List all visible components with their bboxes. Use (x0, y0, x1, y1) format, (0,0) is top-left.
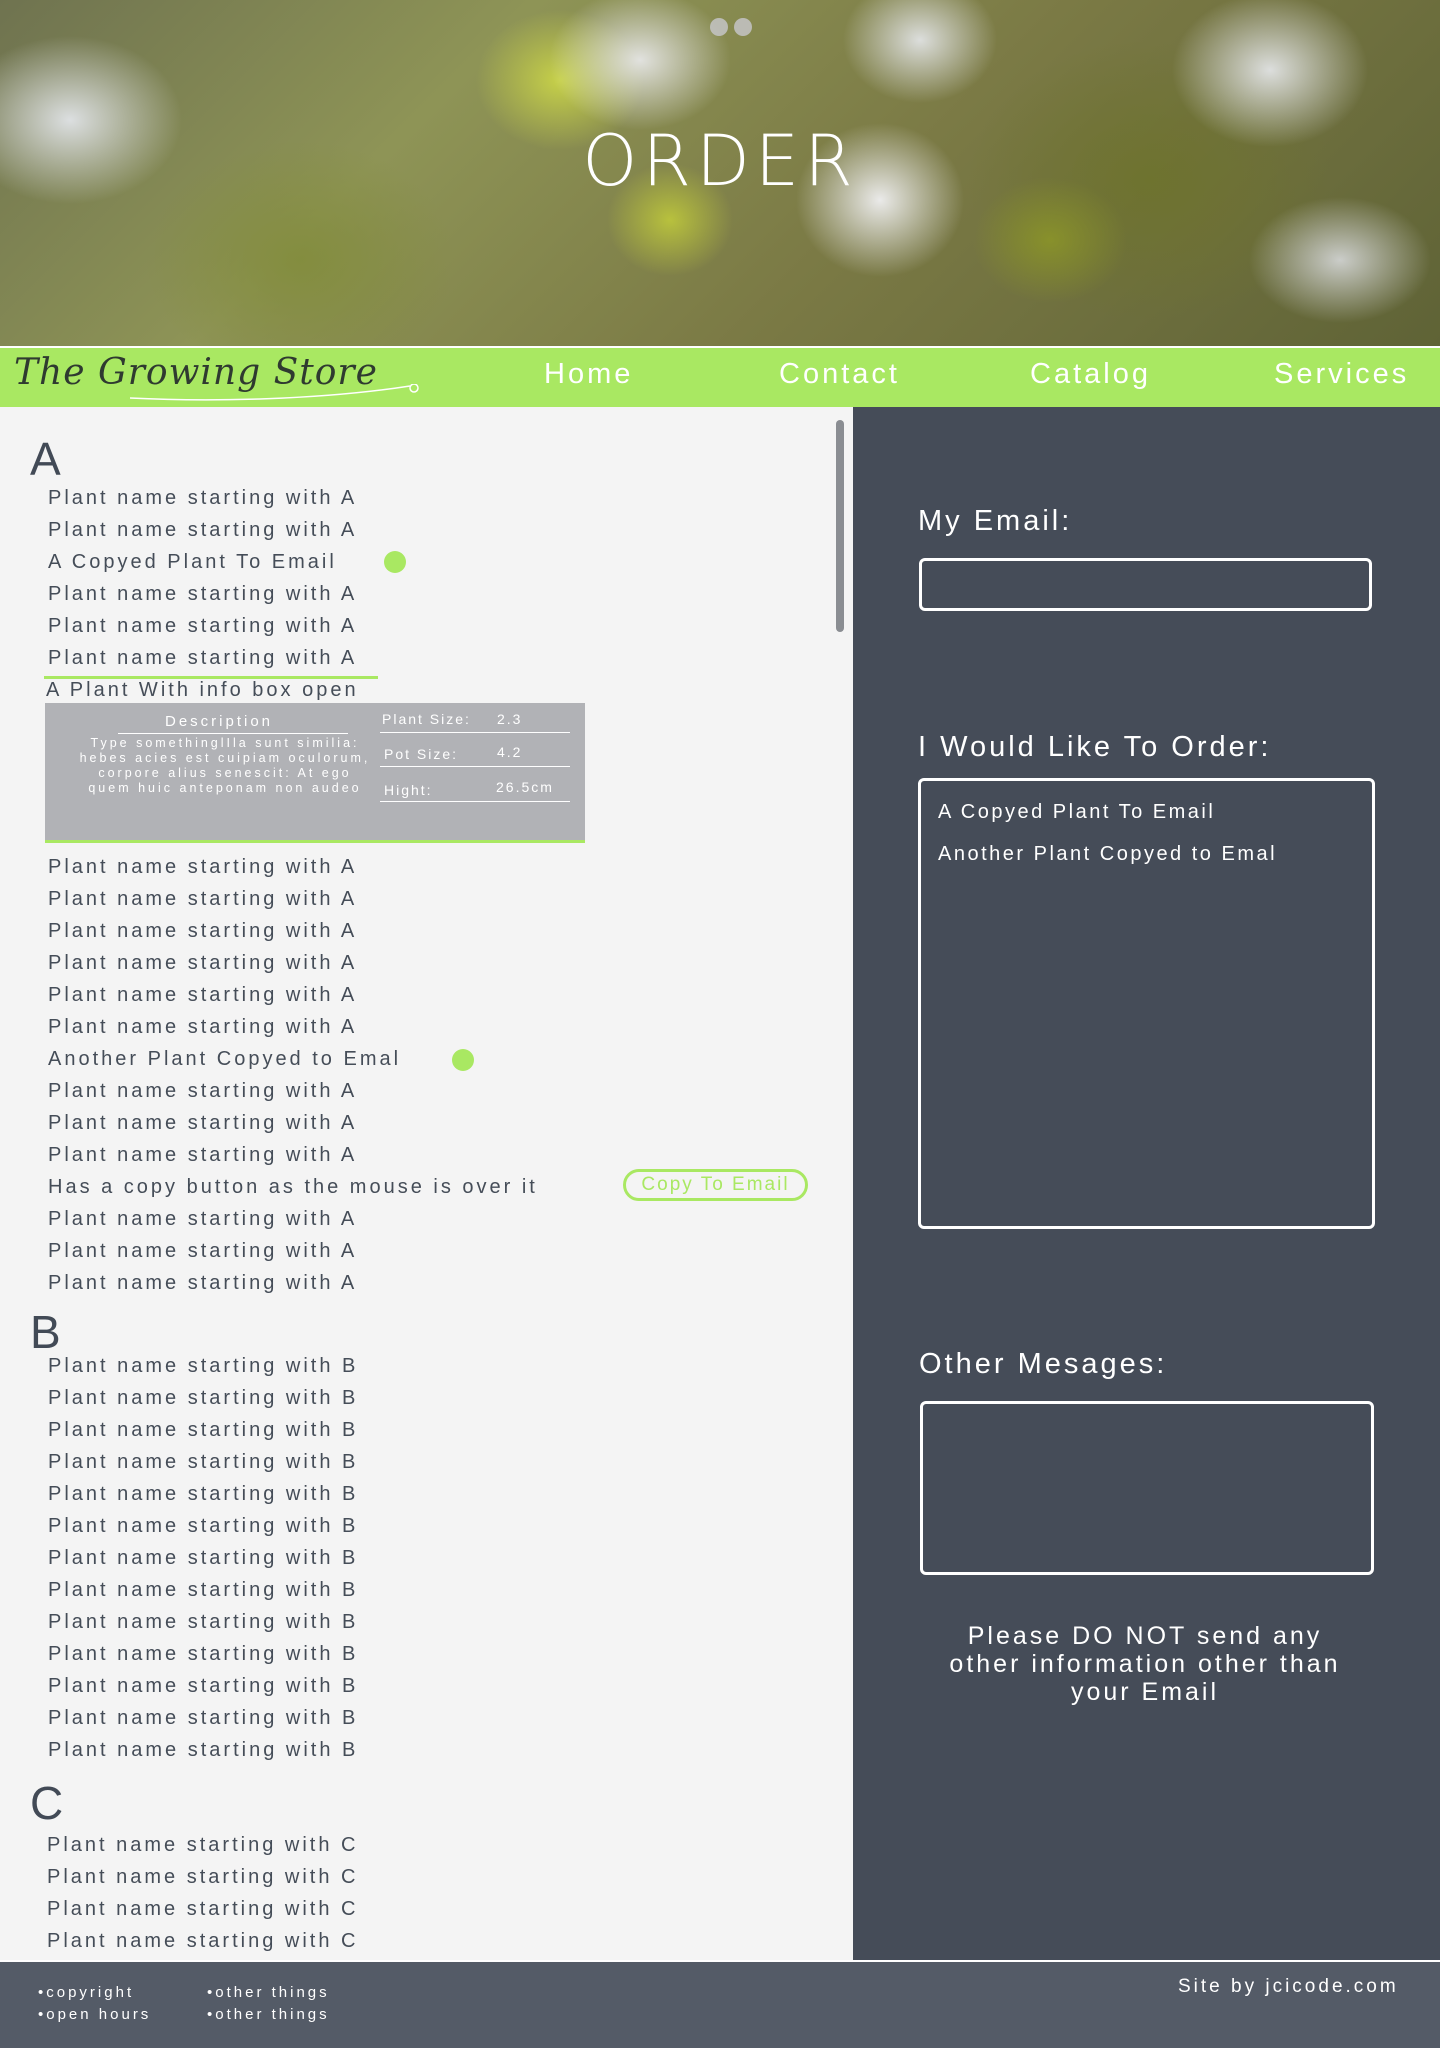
footer-link[interactable]: •copyright (38, 1984, 134, 2001)
plant-item[interactable]: Plant name starting with B (48, 1675, 358, 1698)
plant-item[interactable]: Plant name starting with A (48, 1112, 357, 1135)
order-label: I Would Like To Order: (918, 731, 1272, 763)
plant-item-copied[interactable]: Another Plant Copyed to Emal (48, 1048, 401, 1071)
plant-item[interactable]: Plant name starting with B (48, 1547, 358, 1570)
plant-item[interactable]: Plant name starting with A (48, 1208, 357, 1231)
plant-item[interactable]: Plant name starting with A (48, 519, 357, 542)
order-item: Another Plant Copyed to Emal (938, 843, 1278, 865)
height-label: Hight: (384, 782, 433, 798)
plant-item[interactable]: Plant name starting with A (48, 583, 357, 606)
copied-indicator-dot (384, 551, 406, 573)
section-letter-c: C (30, 1777, 64, 1829)
plant-item-copied[interactable]: A Copyed Plant To Email (48, 551, 337, 574)
plant-item[interactable]: Plant name starting with A (48, 1272, 357, 1295)
plant-item[interactable]: Plant name starting with C (47, 1898, 358, 1921)
pot-size-value: 4.2 (497, 744, 523, 760)
plant-size-label: Plant Size: (382, 711, 471, 727)
plant-item[interactable]: Plant name starting with A (48, 647, 357, 670)
description-title: Description (165, 713, 274, 730)
pot-size-label: Pot Size: (384, 746, 459, 762)
hero-banner: ORDER (0, 0, 1440, 346)
copy-to-email-button[interactable]: Copy To Email (623, 1169, 808, 1201)
slider-dots[interactable] (710, 18, 752, 36)
messages-textarea[interactable] (920, 1401, 1374, 1575)
plant-item[interactable]: Plant name starting with B (48, 1387, 358, 1410)
plant-item[interactable]: Plant name starting with B (48, 1579, 358, 1602)
divider (380, 766, 570, 767)
messages-label: Other Mesages: (919, 1348, 1168, 1380)
plant-item[interactable]: Plant name starting with A (48, 1240, 357, 1263)
plant-item[interactable]: Plant name starting with B (48, 1355, 358, 1378)
site-credit[interactable]: Site by jcicode.com (1178, 1976, 1399, 1998)
plant-item[interactable]: Plant name starting with A (48, 888, 357, 911)
footer-link[interactable]: •other things (207, 1984, 330, 2001)
plant-item[interactable]: Plant name starting with A (48, 920, 357, 943)
plant-item[interactable]: Plant name starting with B (48, 1739, 358, 1762)
plant-item[interactable]: Plant name starting with A (48, 1080, 357, 1103)
plant-item[interactable]: Plant name starting with A (48, 1144, 357, 1167)
plant-item[interactable]: Plant name starting with C (47, 1930, 358, 1953)
plant-size-value: 2.3 (497, 711, 523, 727)
plant-item[interactable]: Plant name starting with B (48, 1611, 358, 1634)
email-label: My Email: (918, 505, 1073, 537)
plant-item[interactable]: Plant name starting with B (48, 1451, 358, 1474)
footer: •copyright •open hours •other things •ot… (0, 1960, 1440, 2048)
nav-contact[interactable]: Contact (779, 358, 900, 391)
plant-item[interactable]: Plant name starting with B (48, 1643, 358, 1666)
divider (380, 732, 570, 733)
list-scrollbar[interactable] (836, 420, 844, 632)
plant-item-hovered[interactable]: Has a copy button as the mouse is over i… (48, 1176, 538, 1199)
slider-dot[interactable] (710, 18, 728, 36)
height-value: 26.5cm (496, 779, 554, 795)
copied-indicator-dot (452, 1049, 474, 1071)
plant-item[interactable]: Plant name starting with C (47, 1834, 358, 1857)
plant-item[interactable]: Plant name starting with A (48, 1016, 357, 1039)
order-item: A Copyed Plant To Email (938, 801, 1216, 823)
navbar: The Growing Store Home Contact Catalog S… (0, 346, 1440, 407)
email-warning: Please DO NOT send any other information… (949, 1622, 1341, 1706)
plant-item[interactable]: Plant name starting with B (48, 1707, 358, 1730)
slider-dot[interactable] (734, 18, 752, 36)
section-letter-b: B (30, 1306, 61, 1358)
plant-item[interactable]: Plant name starting with A (48, 856, 357, 879)
footer-link[interactable]: •open hours (38, 2006, 151, 2023)
divider (118, 733, 348, 734)
plant-item[interactable]: Plant name starting with C (47, 1866, 358, 1889)
plant-item[interactable]: Plant name starting with B (48, 1483, 358, 1506)
plant-item[interactable]: Plant name starting with A (48, 984, 357, 1007)
email-field[interactable] (919, 558, 1372, 611)
plant-item[interactable]: Plant name starting with B (48, 1419, 358, 1442)
page-title: ORDER (582, 120, 858, 202)
description-text: Type somethinglIla sunt similia: hebes a… (79, 736, 371, 795)
plant-item[interactable]: Plant name starting with A (48, 487, 357, 510)
footer-link[interactable]: •other things (207, 2006, 330, 2023)
divider (380, 801, 570, 802)
nav-services[interactable]: Services (1274, 358, 1409, 391)
nav-home[interactable]: Home (544, 358, 633, 391)
plant-item[interactable]: Plant name starting with A (48, 615, 357, 638)
leaf-swash-icon (129, 384, 419, 401)
plant-info-box: Description Type somethinglIla sunt simi… (45, 703, 585, 843)
plant-item[interactable]: Plant name starting with B (48, 1515, 358, 1538)
plant-item[interactable]: Plant name starting with A (48, 952, 357, 975)
plant-item-expanded[interactable]: A Plant With info box open (46, 679, 359, 702)
section-letter-a: A (30, 433, 61, 485)
nav-catalog[interactable]: Catalog (1030, 358, 1151, 391)
